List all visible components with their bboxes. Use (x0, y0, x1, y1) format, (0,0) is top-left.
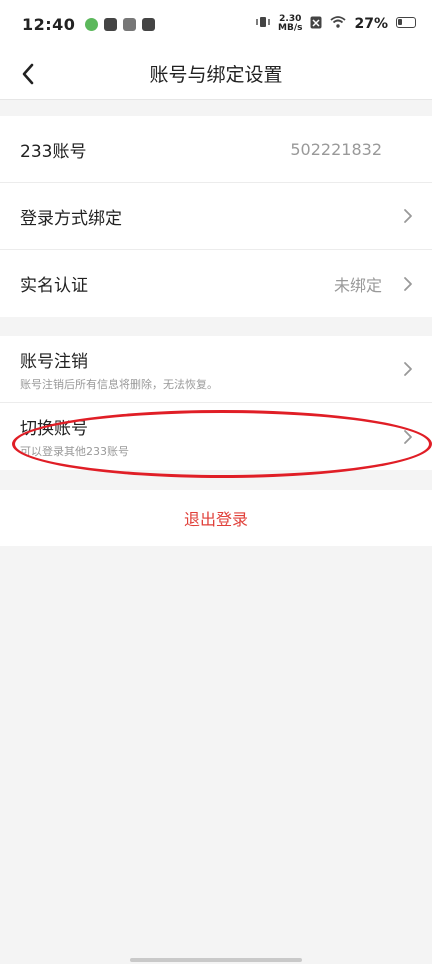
title-bar: 账号与绑定设置 (0, 48, 432, 100)
row-real-name-verification[interactable]: 实名认证 未绑定 (0, 250, 432, 317)
vibrate-icon (256, 15, 270, 33)
status-bar: 12:40 2.30 MB/s 27% (0, 0, 432, 48)
status-time: 12:40 (22, 14, 76, 34)
row-subtitle: 账号注销后所有信息将删除，无法恢复。 (20, 377, 218, 391)
chevron-right-icon (404, 209, 412, 223)
network-speed: 2.30 MB/s (278, 15, 302, 33)
message-notification-icon (142, 17, 156, 31)
app-notification-icon (85, 17, 99, 31)
page-title: 账号与绑定设置 (149, 64, 283, 86)
row-switch-account[interactable]: 切换账号 可以登录其他233账号 (0, 403, 432, 470)
home-indicator[interactable] (130, 958, 302, 962)
row-label: 233账号 (20, 141, 87, 162)
account-info-group: 233账号 502221832 登录方式绑定 实名认证 未绑定 (0, 116, 432, 317)
store-notification-icon (104, 17, 118, 31)
row-subtitle: 可以登录其他233账号 (20, 445, 129, 458)
link-notification-icon (123, 17, 137, 31)
row-label: 账号注销 (20, 351, 88, 372)
sim-blocked-icon (310, 16, 322, 33)
row-label: 登录方式绑定 (20, 208, 122, 229)
chevron-right-icon (404, 429, 412, 444)
chevron-right-icon (404, 276, 412, 291)
wifi-icon (330, 16, 347, 32)
row-login-binding[interactable]: 登录方式绑定 (0, 183, 432, 250)
chevron-right-icon (404, 362, 412, 376)
network-speed-unit: MB/s (278, 23, 303, 33)
account-id-value: 502221832 (290, 139, 382, 159)
status-right: 2.30 MB/s 27% (256, 15, 416, 33)
row-label: 切换账号 (20, 419, 88, 439)
logout-button[interactable]: 退出登录 (0, 490, 432, 546)
row-233-account[interactable]: 233账号 502221832 (0, 116, 432, 183)
account-actions-group: 账号注销 账号注销后所有信息将删除，无法恢复。 切换账号 可以登录其他233账号 (0, 336, 432, 470)
verification-status: 未绑定 (333, 275, 382, 295)
status-left-icons (85, 17, 156, 31)
battery-icon (396, 16, 416, 32)
row-account-cancellation[interactable]: 账号注销 账号注销后所有信息将删除，无法恢复。 (0, 336, 432, 403)
chevron-left-icon (22, 63, 34, 85)
back-button[interactable] (14, 60, 42, 88)
battery-percent: 27% (354, 16, 388, 32)
row-label: 实名认证 (20, 276, 88, 296)
